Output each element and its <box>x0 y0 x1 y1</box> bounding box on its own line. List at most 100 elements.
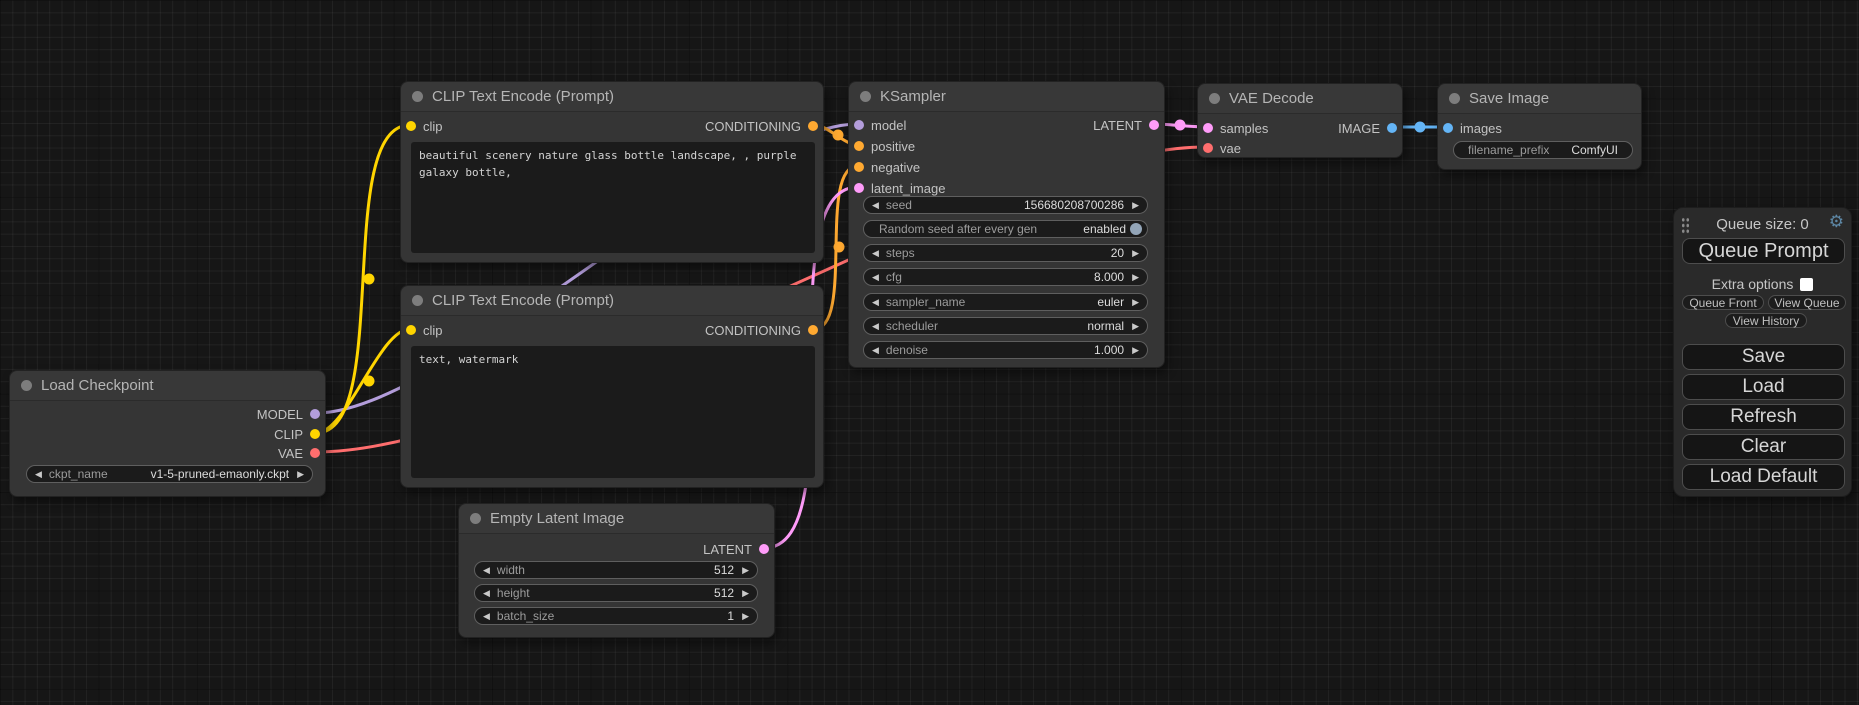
link-dot <box>1175 120 1186 131</box>
decrement-arrow-icon[interactable]: ◀ <box>872 298 879 307</box>
load-button[interactable]: Load <box>1682 374 1845 400</box>
node-title-bar[interactable]: KSampler <box>849 82 1164 112</box>
view-history-button[interactable]: View History <box>1725 313 1807 328</box>
node-title-bar[interactable]: CLIP Text Encode (Prompt) <box>401 286 823 316</box>
decrement-arrow-icon[interactable]: ◀ <box>483 589 490 598</box>
node-vae-decode[interactable]: VAE Decode samples vae IMAGE <box>1197 83 1403 158</box>
collapse-dot-icon[interactable] <box>860 91 871 102</box>
slot-label: clip <box>423 119 443 134</box>
node-title-bar[interactable]: Save Image <box>1438 84 1641 114</box>
negative-prompt-textarea[interactable]: text, watermark <box>411 346 815 478</box>
output-latent: LATENT <box>1093 116 1159 134</box>
increment-arrow-icon[interactable]: ▶ <box>297 470 304 479</box>
node-save-image[interactable]: Save Image images filename_prefix ComfyU… <box>1437 83 1642 170</box>
collapse-dot-icon[interactable] <box>412 295 423 306</box>
images-input-dot[interactable] <box>1443 123 1453 133</box>
node-title-bar[interactable]: CLIP Text Encode (Prompt) <box>401 82 823 112</box>
widget-value: 156680208700286 <box>1024 198 1124 212</box>
latent-output-dot[interactable] <box>759 544 769 554</box>
denoise-widget[interactable]: ◀ denoise 1.000 ▶ <box>863 341 1148 359</box>
model-output-dot[interactable] <box>310 409 320 419</box>
latent-output-dot[interactable] <box>1149 120 1159 130</box>
random-seed-toggle-widget[interactable]: Random seed after every gen enabled <box>863 220 1148 238</box>
vae-input-dot[interactable] <box>1203 143 1213 153</box>
clear-button[interactable]: Clear <box>1682 434 1845 460</box>
increment-arrow-icon[interactable]: ▶ <box>1132 249 1139 258</box>
widget-name: width <box>497 563 525 577</box>
node-title-bar[interactable]: Empty Latent Image <box>459 504 774 534</box>
extra-options-label: Extra options <box>1712 276 1794 292</box>
load-default-button[interactable]: Load Default <box>1682 464 1845 490</box>
decrement-arrow-icon[interactable]: ◀ <box>872 249 879 258</box>
increment-arrow-icon[interactable]: ▶ <box>1132 298 1139 307</box>
view-queue-button[interactable]: View Queue <box>1768 295 1846 310</box>
height-widget[interactable]: ◀ height 512 ▶ <box>474 584 758 602</box>
increment-arrow-icon[interactable]: ▶ <box>1132 201 1139 210</box>
ckpt-name-widget[interactable]: ◀ ckpt_name v1-5-pruned-emaonly.ckpt ▶ <box>26 465 313 483</box>
refresh-button[interactable]: Refresh <box>1682 404 1845 430</box>
decrement-arrow-icon[interactable]: ◀ <box>872 201 879 210</box>
decrement-arrow-icon[interactable]: ◀ <box>872 322 879 331</box>
positive-prompt-textarea[interactable]: beautiful scenery nature glass bottle la… <box>411 142 815 253</box>
decrement-arrow-icon[interactable]: ◀ <box>872 346 879 355</box>
widget-name: batch_size <box>497 609 554 623</box>
steps-widget[interactable]: ◀ steps 20 ▶ <box>863 244 1148 262</box>
sampler-name-widget[interactable]: ◀ sampler_name euler ▶ <box>863 293 1148 311</box>
negative-input-dot[interactable] <box>854 162 864 172</box>
collapse-dot-icon[interactable] <box>412 91 423 102</box>
increment-arrow-icon[interactable]: ▶ <box>1132 273 1139 282</box>
node-load-checkpoint[interactable]: Load Checkpoint MODEL CLIP VAE ◀ ckpt_na… <box>9 370 326 497</box>
latent-input-dot[interactable] <box>854 183 864 193</box>
node-title-bar[interactable]: Load Checkpoint <box>10 371 325 401</box>
collapse-dot-icon[interactable] <box>1209 93 1220 104</box>
decrement-arrow-icon[interactable]: ◀ <box>483 612 490 621</box>
node-empty-latent-image[interactable]: Empty Latent Image LATENT ◀ width 512 ▶ … <box>458 503 775 638</box>
clip-input-dot[interactable] <box>406 121 416 131</box>
samples-input-dot[interactable] <box>1203 123 1213 133</box>
slot-label: LATENT <box>703 542 752 557</box>
increment-arrow-icon[interactable]: ▶ <box>742 589 749 598</box>
widget-name: filename_prefix <box>1468 143 1549 157</box>
collapse-dot-icon[interactable] <box>470 513 481 524</box>
slot-label: latent_image <box>871 181 945 196</box>
vae-output-dot[interactable] <box>310 448 320 458</box>
increment-arrow-icon[interactable]: ▶ <box>742 566 749 575</box>
slot-label: MODEL <box>257 407 303 422</box>
image-output-dot[interactable] <box>1387 123 1397 133</box>
model-input-dot[interactable] <box>854 120 864 130</box>
link-dot <box>1415 122 1426 133</box>
conditioning-output-dot[interactable] <box>808 325 818 335</box>
node-ksampler[interactable]: KSampler model positive negative latent_… <box>848 81 1165 368</box>
queue-prompt-button[interactable]: Queue Prompt <box>1682 238 1845 264</box>
scheduler-widget[interactable]: ◀ scheduler normal ▶ <box>863 317 1148 335</box>
clip-input-dot[interactable] <box>406 325 416 335</box>
node-clip-text-encode-positive[interactable]: CLIP Text Encode (Prompt) clip CONDITION… <box>400 81 824 263</box>
extra-options-checkbox[interactable] <box>1800 278 1813 291</box>
collapse-dot-icon[interactable] <box>1449 93 1460 104</box>
increment-arrow-icon[interactable]: ▶ <box>1132 346 1139 355</box>
filename-prefix-widget[interactable]: filename_prefix ComfyUI <box>1453 141 1633 159</box>
slot-label: model <box>871 118 906 133</box>
cfg-widget[interactable]: ◀ cfg 8.000 ▶ <box>863 268 1148 286</box>
decrement-arrow-icon[interactable]: ◀ <box>35 470 42 479</box>
clip-output-dot[interactable] <box>310 429 320 439</box>
increment-arrow-icon[interactable]: ▶ <box>1132 322 1139 331</box>
positive-input-dot[interactable] <box>854 141 864 151</box>
decrement-arrow-icon[interactable]: ◀ <box>483 566 490 575</box>
gear-icon[interactable]: ⚙ <box>1829 212 1844 232</box>
node-clip-text-encode-negative[interactable]: CLIP Text Encode (Prompt) clip CONDITION… <box>400 285 824 488</box>
graph-canvas[interactable]: Load Checkpoint MODEL CLIP VAE ◀ ckpt_na… <box>0 0 1859 705</box>
collapse-dot-icon[interactable] <box>21 380 32 391</box>
widget-value: 512 <box>714 586 734 600</box>
batch-size-widget[interactable]: ◀ batch_size 1 ▶ <box>474 607 758 625</box>
queue-front-button[interactable]: Queue Front <box>1682 295 1764 310</box>
toggle-indicator[interactable] <box>1130 223 1142 235</box>
save-button[interactable]: Save <box>1682 344 1845 370</box>
seed-widget[interactable]: ◀ seed 156680208700286 ▶ <box>863 196 1148 214</box>
node-title-bar[interactable]: VAE Decode <box>1198 84 1402 114</box>
decrement-arrow-icon[interactable]: ◀ <box>872 273 879 282</box>
conditioning-output-dot[interactable] <box>808 121 818 131</box>
widget-value: 1.000 <box>1094 343 1124 357</box>
width-widget[interactable]: ◀ width 512 ▶ <box>474 561 758 579</box>
increment-arrow-icon[interactable]: ▶ <box>742 612 749 621</box>
